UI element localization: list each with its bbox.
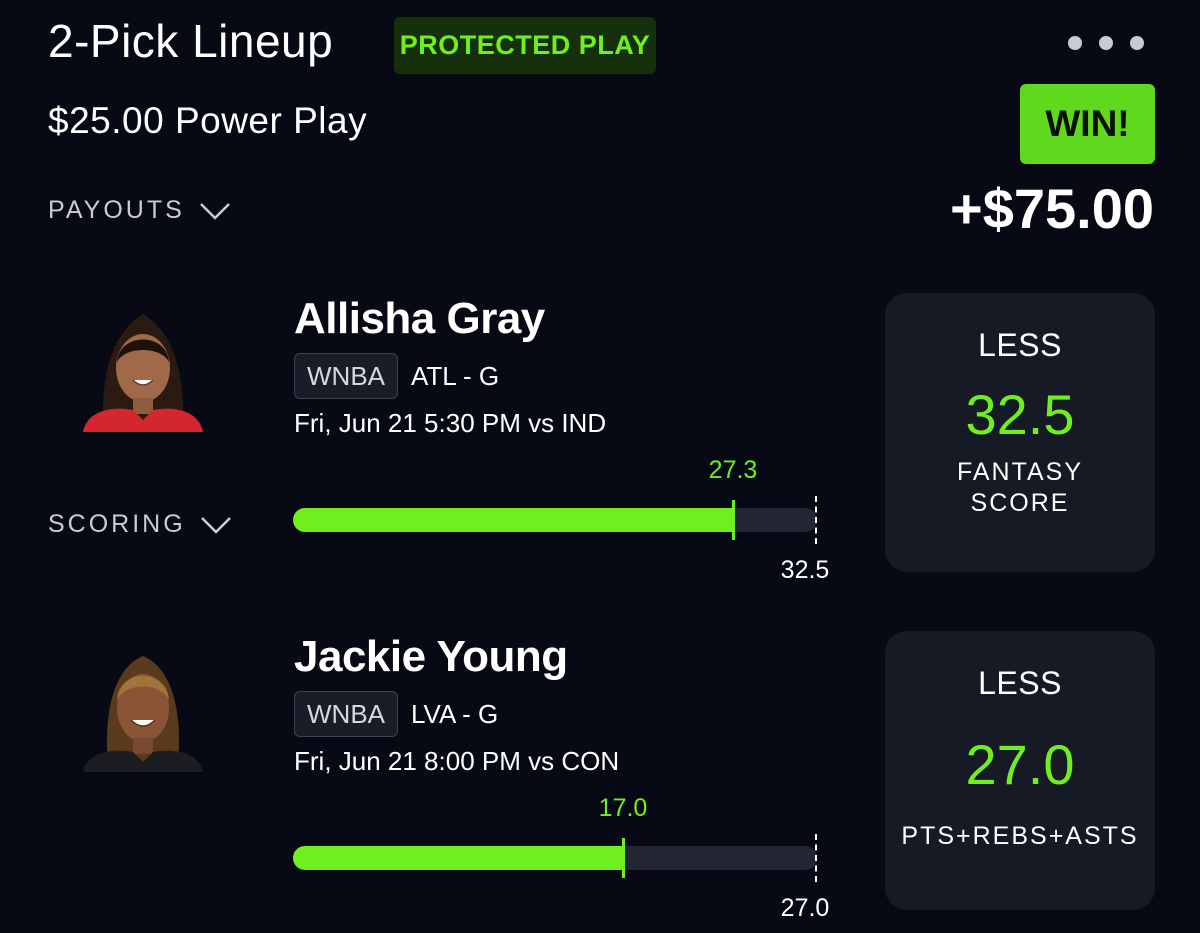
actual-value: 27.3 bbox=[708, 456, 758, 484]
actual-value: 17.0 bbox=[598, 794, 648, 822]
projection-line: 27.0 bbox=[965, 733, 1075, 796]
progress-bar: 17.0 27.0 bbox=[293, 794, 829, 922]
progress-marker bbox=[622, 838, 625, 878]
chevron-down-icon bbox=[199, 202, 230, 220]
player-headshot-icon bbox=[83, 314, 203, 432]
projection-line: 32.5 bbox=[965, 383, 1075, 446]
progress-fill bbox=[293, 846, 623, 870]
league-tag: WNBA bbox=[294, 691, 398, 737]
player-avatar bbox=[73, 646, 213, 772]
progress-fill bbox=[293, 508, 733, 532]
game-time: Fri, Jun 21 8:00 PM vs CON bbox=[294, 746, 620, 776]
entry-amount: $25.00 Power Play bbox=[48, 100, 368, 141]
target-value: 27.0 bbox=[780, 894, 830, 922]
player-name[interactable]: Allisha Gray bbox=[294, 294, 545, 344]
target-line bbox=[815, 496, 817, 544]
progress-marker bbox=[732, 500, 735, 540]
more-options-icon[interactable] bbox=[1068, 36, 1144, 50]
league-tag: WNBA bbox=[294, 353, 398, 399]
payout-amount: +$75.00 bbox=[950, 177, 1154, 240]
page-title: 2-Pick Lineup bbox=[48, 15, 334, 67]
protected-play-badge: PROTECTED PLAY bbox=[394, 17, 656, 74]
projection-card[interactable]: LESS 32.5 FANTASY SCORE bbox=[885, 293, 1155, 572]
payouts-label: PAYOUTS bbox=[48, 196, 185, 224]
team-position: LVA - G bbox=[411, 699, 499, 729]
player-avatar bbox=[73, 306, 213, 432]
target-value: 32.5 bbox=[780, 556, 830, 584]
team-position: ATL - G bbox=[411, 361, 500, 391]
scoring-label: SCORING bbox=[48, 510, 186, 538]
stat-type: FANTASY SCORE bbox=[956, 458, 1084, 518]
pick-direction: LESS bbox=[978, 327, 1062, 363]
win-status-badge: WIN! bbox=[1020, 84, 1155, 164]
scoring-toggle[interactable]: SCORING bbox=[48, 510, 232, 539]
stat-type: PTS+REBS+ASTS bbox=[901, 822, 1139, 850]
game-time: Fri, Jun 21 5:30 PM vs IND bbox=[294, 408, 607, 438]
pick-direction: LESS bbox=[978, 665, 1062, 701]
progress-bar: 27.3 32.5 bbox=[293, 456, 829, 584]
lineup-screen: 2-Pick Lineup PROTECTED PLAY $25.00 Powe… bbox=[0, 0, 1200, 933]
chevron-down-icon bbox=[200, 516, 231, 534]
payouts-toggle[interactable]: PAYOUTS bbox=[48, 196, 231, 225]
projection-card[interactable]: LESS 27.0 PTS+REBS+ASTS bbox=[885, 631, 1155, 910]
player-name[interactable]: Jackie Young bbox=[294, 632, 568, 682]
player-headshot-icon bbox=[83, 656, 203, 772]
target-line bbox=[815, 834, 817, 882]
